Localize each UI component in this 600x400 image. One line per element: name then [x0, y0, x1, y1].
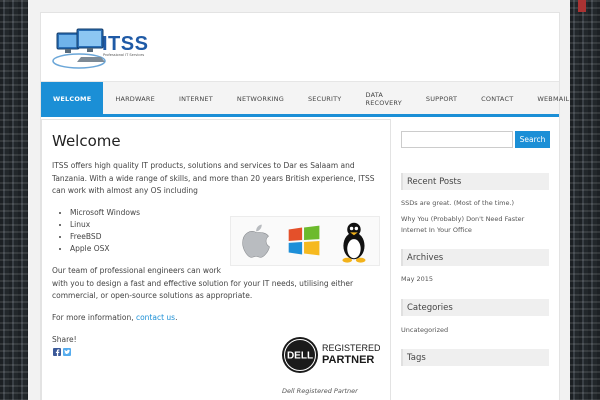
list-item: FreeBSD [70, 231, 140, 243]
page-title: Welcome [52, 132, 121, 150]
intro-paragraph: ITSS offers high quality IT products, so… [52, 161, 375, 195]
logo-subtext: Professional IT Services [103, 53, 145, 57]
nav-item-networking[interactable]: Networking [225, 82, 296, 115]
team-paragraph: Our team of professional engineers can w… [52, 266, 354, 300]
nav-item-data-recovery[interactable]: Data Recovery [353, 82, 413, 115]
list-item: Linux [70, 219, 140, 231]
share-icons [53, 348, 71, 356]
dell-registered-partner-logo: DELL REGISTERED PARTNER [282, 337, 380, 373]
tags-title: Tags [401, 349, 549, 366]
os-list: Microsoft Windows Linux FreeBSD Apple OS… [70, 207, 140, 255]
linux-tux-icon [342, 222, 366, 263]
recent-posts-title: Recent Posts [401, 173, 549, 190]
facebook-icon[interactable] [53, 348, 61, 356]
nav-item-contact[interactable]: Contact [469, 82, 525, 115]
dell-caption: Dell Registered Partner [282, 387, 358, 395]
contact-us-link[interactable]: contact us [136, 313, 175, 322]
nav-item-hardware[interactable]: Hardware [103, 82, 167, 115]
nav-item-internet[interactable]: Internet [167, 82, 225, 115]
more-info-text: For more information, [52, 313, 136, 322]
search-input[interactable] [401, 131, 513, 148]
page-container: ITSS Professional IT Services Welcome Ha… [40, 12, 569, 400]
list-item: Apple OSX [70, 243, 140, 255]
rack-light [578, 0, 586, 12]
background-server-rack-right [570, 0, 600, 400]
main-content: Welcome ITSS offers high quality IT prod… [41, 119, 391, 400]
svg-text:DELL: DELL [287, 351, 313, 362]
list-item: Microsoft Windows [70, 207, 140, 219]
nav-item-security[interactable]: Security [296, 82, 354, 115]
search-button[interactable]: Search [515, 131, 550, 148]
twitter-icon[interactable] [63, 348, 71, 356]
search-form: Search [401, 131, 550, 148]
page-wrapper: ITSS Professional IT Services Welcome Ha… [28, 0, 570, 400]
category-link[interactable]: Uncategorized [401, 325, 551, 336]
more-info-paragraph: For more information, contact us. [52, 312, 387, 325]
svg-text:REGISTERED: REGISTERED [322, 343, 380, 353]
os-logos-image [230, 216, 380, 266]
categories-title: Categories [401, 299, 549, 316]
archives-title: Archives [401, 249, 549, 266]
recent-post-link[interactable]: Why You (Probably) Don't Need Faster Int… [401, 214, 551, 236]
main-navigation: Welcome Hardware Internet Networking Sec… [41, 81, 569, 117]
more-info-suffix: . [175, 313, 178, 322]
share-label: Share! [52, 335, 77, 344]
apple-icon [242, 224, 270, 258]
svg-text:PARTNER: PARTNER [322, 354, 374, 366]
nav-item-support[interactable]: Support [414, 82, 469, 115]
nav-item-webmail[interactable]: Webmail [525, 82, 581, 115]
recent-post-link[interactable]: SSDs are great. (Most of the time.) [401, 198, 551, 209]
windows-icon [288, 225, 320, 256]
background-server-rack-left [0, 0, 28, 400]
nav-item-welcome[interactable]: Welcome [41, 82, 104, 115]
archive-link[interactable]: May 2015 [401, 274, 551, 285]
